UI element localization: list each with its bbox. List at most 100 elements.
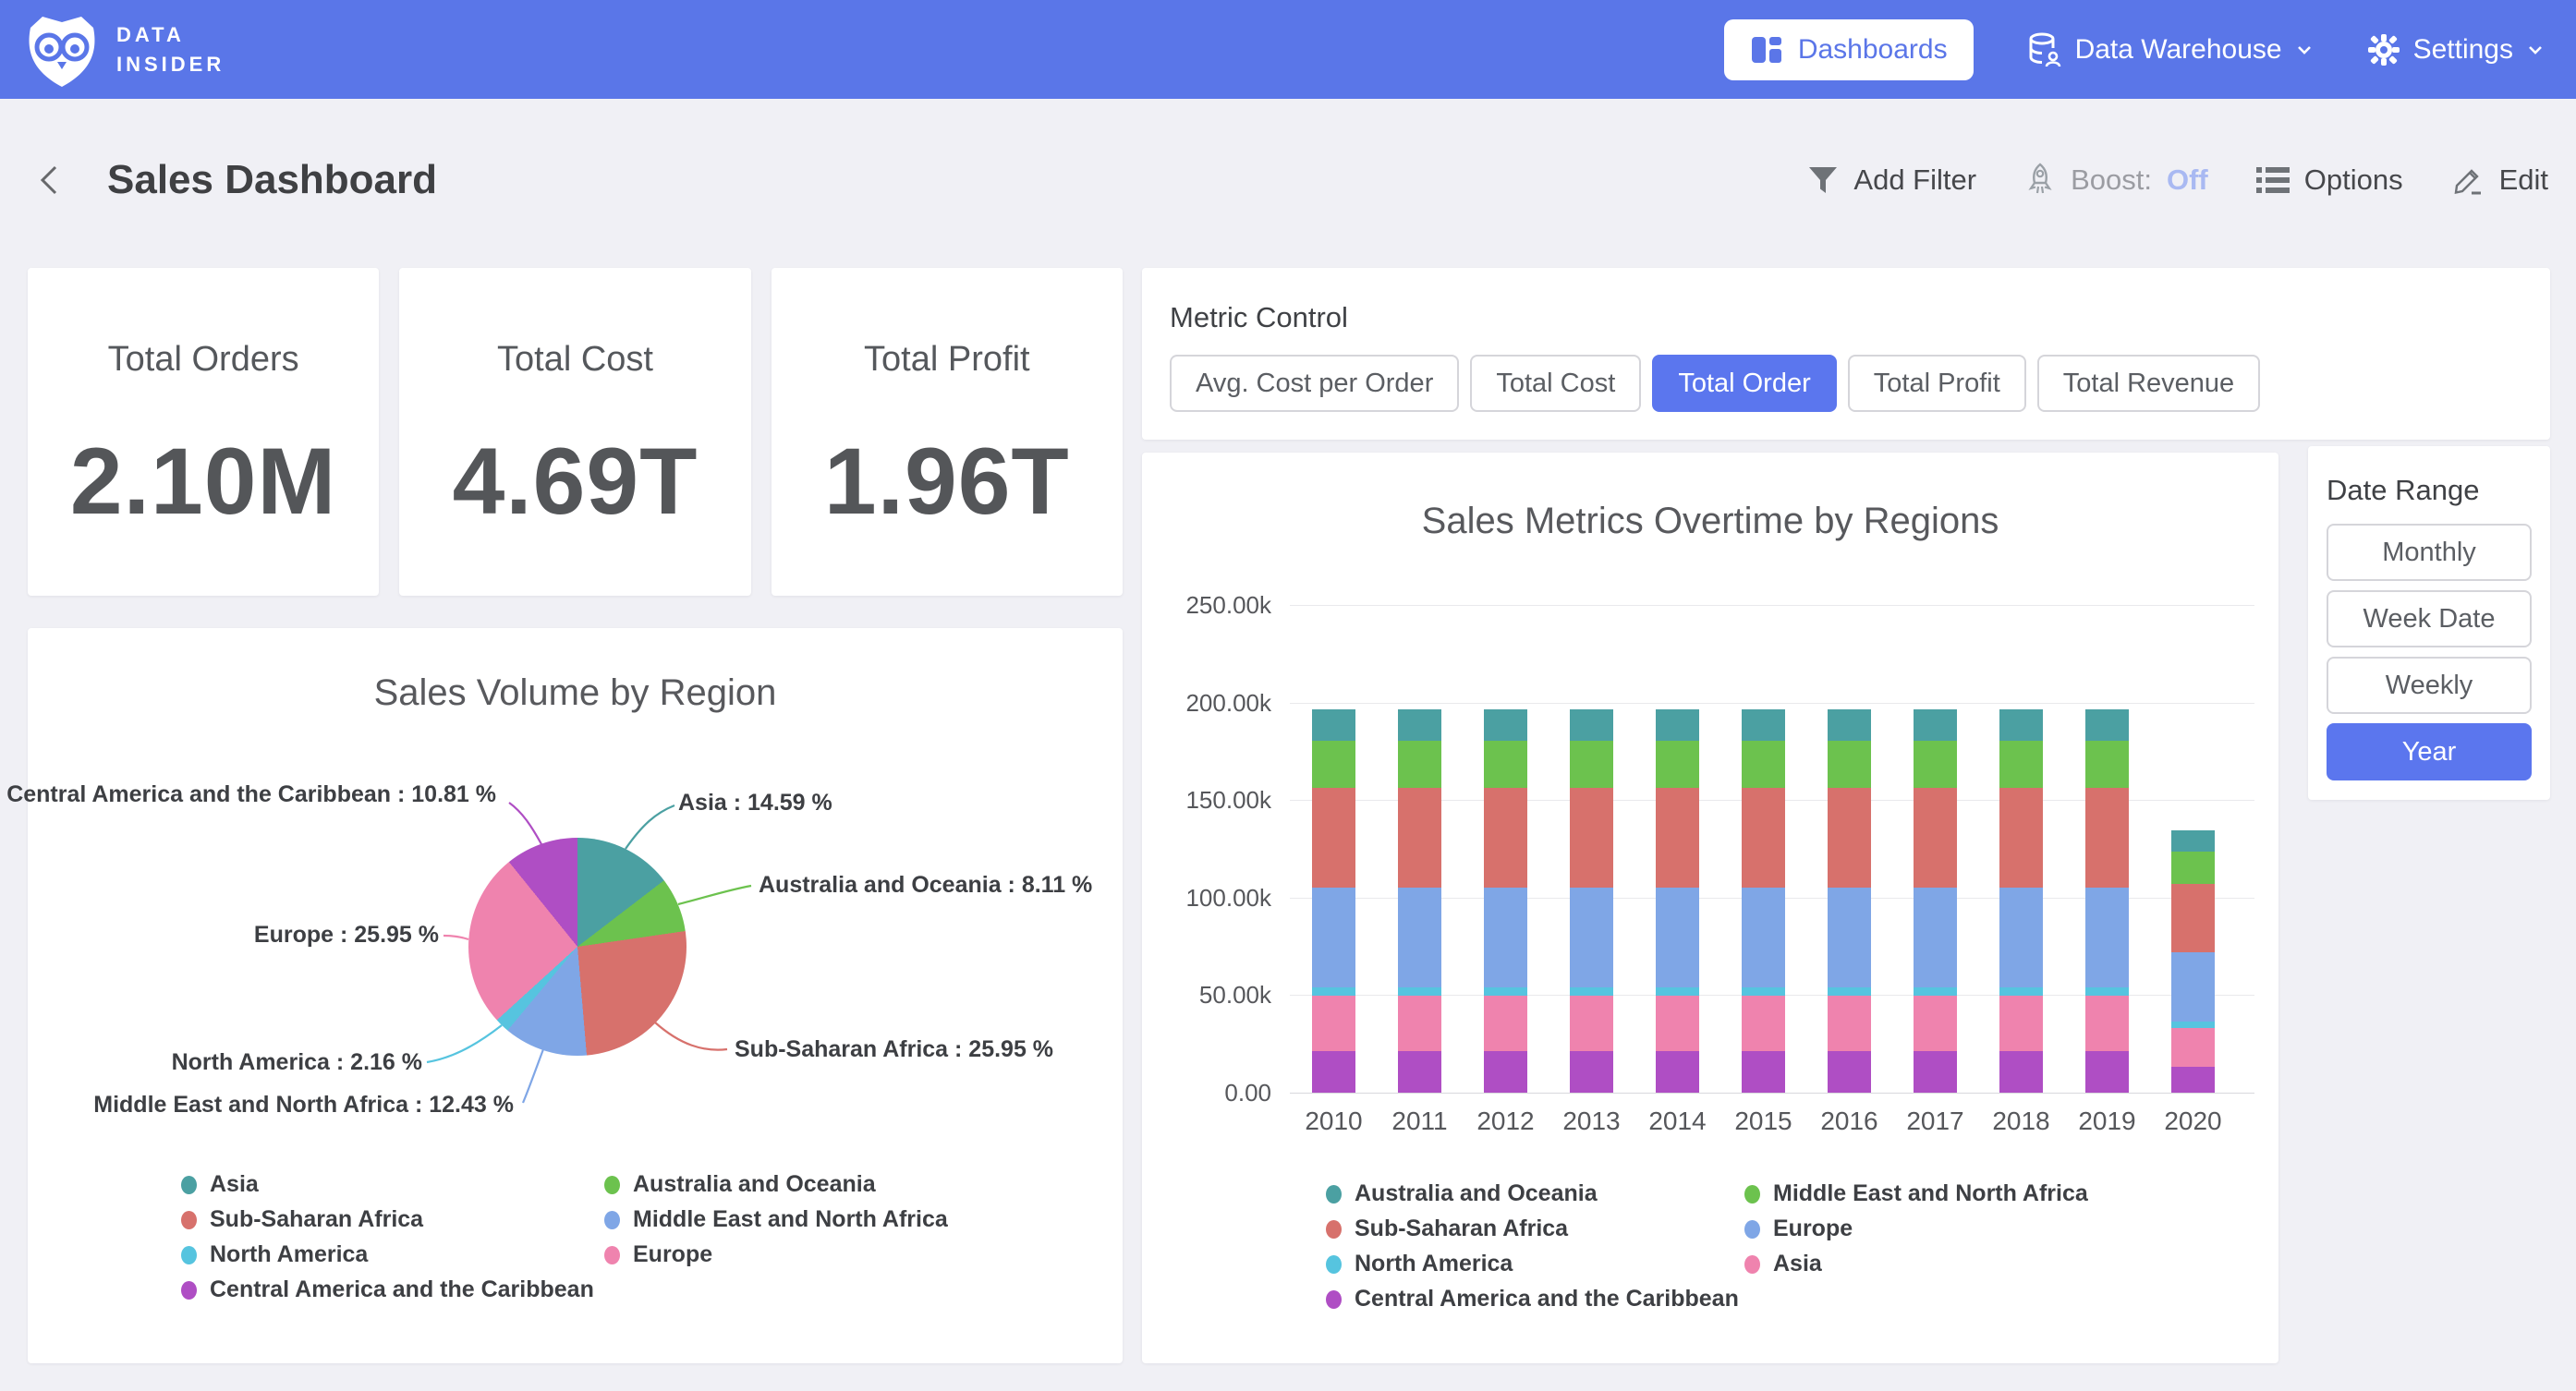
- legend-item-asia[interactable]: Asia: [1744, 1251, 1822, 1277]
- metric-option-total-order[interactable]: Total Order: [1652, 355, 1836, 412]
- bar-2017[interactable]: [1914, 709, 1957, 1093]
- metric-option-total-cost[interactable]: Total Cost: [1470, 355, 1641, 412]
- bar-segment-australia-and-oceania[interactable]: [1570, 709, 1613, 741]
- bar-segment-central-america-and-the-caribbean[interactable]: [2171, 1067, 2215, 1093]
- date-range-option-week-date[interactable]: Week Date: [2327, 590, 2532, 647]
- bar-segment-asia[interactable]: [2085, 996, 2129, 1052]
- options-button[interactable]: Options: [2256, 163, 2403, 197]
- bar-segment-asia[interactable]: [1656, 996, 1699, 1052]
- bar-2018[interactable]: [1999, 709, 2043, 1093]
- bar-segment-middle-east-and-north-africa[interactable]: [1999, 741, 2043, 789]
- bar-segment-middle-east-and-north-africa[interactable]: [1656, 741, 1699, 789]
- bar-segment-europe[interactable]: [2171, 952, 2215, 1022]
- edit-button[interactable]: Edit: [2451, 163, 2548, 197]
- bar-segment-north-america[interactable]: [1312, 987, 1355, 996]
- bar-segment-sub-saharan-africa[interactable]: [1484, 788, 1527, 888]
- bar-segment-north-america[interactable]: [1570, 987, 1613, 996]
- bar-segment-central-america-and-the-caribbean[interactable]: [1484, 1051, 1527, 1093]
- bar-segment-sub-saharan-africa[interactable]: [1398, 788, 1441, 888]
- legend-item-middle-east-and-north-africa[interactable]: Middle East and North Africa: [604, 1206, 948, 1233]
- bar-segment-north-america[interactable]: [1656, 987, 1699, 996]
- bar-segment-europe[interactable]: [1828, 888, 1871, 987]
- legend-item-asia[interactable]: Asia: [181, 1171, 259, 1198]
- bar-segment-sub-saharan-africa[interactable]: [1312, 788, 1355, 888]
- bar-segment-north-america[interactable]: [1999, 987, 2043, 996]
- legend-item-europe[interactable]: Europe: [1744, 1216, 1853, 1242]
- bar-segment-middle-east-and-north-africa[interactable]: [2085, 741, 2129, 789]
- bar-segment-sub-saharan-africa[interactable]: [1742, 788, 1785, 888]
- nav-dashboards[interactable]: Dashboards: [1724, 19, 1974, 80]
- bar-segment-australia-and-oceania[interactable]: [1828, 709, 1871, 741]
- bar-segment-north-america[interactable]: [1742, 987, 1785, 996]
- bar-segment-north-america[interactable]: [2085, 987, 2129, 996]
- bar-segment-europe[interactable]: [1999, 888, 2043, 987]
- bar-segment-australia-and-oceania[interactable]: [1742, 709, 1785, 741]
- bar-segment-central-america-and-the-caribbean[interactable]: [1312, 1051, 1355, 1093]
- legend-item-sub-saharan-africa[interactable]: Sub-Saharan Africa: [181, 1206, 423, 1233]
- bar-segment-australia-and-oceania[interactable]: [1312, 709, 1355, 741]
- legend-item-central-america-and-the-caribbean[interactable]: Central America and the Caribbean: [181, 1276, 594, 1303]
- legend-item-sub-saharan-africa[interactable]: Sub-Saharan Africa: [1326, 1216, 1568, 1242]
- legend-item-europe[interactable]: Europe: [604, 1241, 712, 1268]
- bar-segment-asia[interactable]: [1742, 996, 1785, 1052]
- bar-segment-sub-saharan-africa[interactable]: [1914, 788, 1957, 888]
- bar-segment-central-america-and-the-caribbean[interactable]: [1656, 1051, 1699, 1093]
- legend-item-north-america[interactable]: North America: [1326, 1251, 1513, 1277]
- bar-segment-middle-east-and-north-africa[interactable]: [1570, 741, 1613, 789]
- bar-segment-europe[interactable]: [1398, 888, 1441, 987]
- bar-2012[interactable]: [1484, 709, 1527, 1093]
- bar-segment-asia[interactable]: [1828, 996, 1871, 1052]
- bar-segment-australia-and-oceania[interactable]: [1914, 709, 1957, 741]
- bar-2019[interactable]: [2085, 709, 2129, 1093]
- bar-segment-europe[interactable]: [1656, 888, 1699, 987]
- bar-segment-europe[interactable]: [1742, 888, 1785, 987]
- bar-segment-asia[interactable]: [1484, 996, 1527, 1052]
- bar-segment-australia-and-oceania[interactable]: [2171, 830, 2215, 852]
- bar-segment-central-america-and-the-caribbean[interactable]: [1570, 1051, 1613, 1093]
- bar-segment-central-america-and-the-caribbean[interactable]: [1999, 1051, 2043, 1093]
- bar-segment-central-america-and-the-caribbean[interactable]: [1828, 1051, 1871, 1093]
- bar-segment-asia[interactable]: [1914, 996, 1957, 1052]
- bar-segment-middle-east-and-north-africa[interactable]: [1312, 741, 1355, 789]
- bar-segment-north-america[interactable]: [1398, 987, 1441, 996]
- bar-2020[interactable]: [2171, 830, 2215, 1093]
- bar-segment-europe[interactable]: [1914, 888, 1957, 987]
- bar-segment-north-america[interactable]: [2171, 1022, 2215, 1028]
- nav-settings[interactable]: Settings: [2367, 33, 2545, 67]
- bar-segment-sub-saharan-africa[interactable]: [2085, 788, 2129, 888]
- legend-item-australia-and-oceania[interactable]: Australia and Oceania: [604, 1171, 876, 1198]
- bar-2013[interactable]: [1570, 709, 1613, 1093]
- bar-segment-sub-saharan-africa[interactable]: [2171, 884, 2215, 952]
- date-range-option-weekly[interactable]: Weekly: [2327, 657, 2532, 714]
- bar-segment-central-america-and-the-caribbean[interactable]: [2085, 1051, 2129, 1093]
- bar-segment-australia-and-oceania[interactable]: [1398, 709, 1441, 741]
- bar-segment-asia[interactable]: [2171, 1028, 2215, 1066]
- bar-segment-europe[interactable]: [1484, 888, 1527, 987]
- bar-2015[interactable]: [1742, 709, 1785, 1093]
- bar-segment-europe[interactable]: [1570, 888, 1613, 987]
- bar-2016[interactable]: [1828, 709, 1871, 1093]
- bar-segment-australia-and-oceania[interactable]: [2085, 709, 2129, 741]
- legend-item-central-america-and-the-caribbean[interactable]: Central America and the Caribbean: [1326, 1286, 1739, 1312]
- legend-item-australia-and-oceania[interactable]: Australia and Oceania: [1326, 1180, 1598, 1207]
- add-filter-button[interactable]: Add Filter: [1807, 163, 1976, 197]
- bar-segment-north-america[interactable]: [1484, 987, 1527, 996]
- bar-2014[interactable]: [1656, 709, 1699, 1093]
- legend-item-north-america[interactable]: North America: [181, 1241, 368, 1268]
- back-button[interactable]: [31, 162, 68, 199]
- bar-segment-australia-and-oceania[interactable]: [1999, 709, 2043, 741]
- metric-option-total-revenue[interactable]: Total Revenue: [2037, 355, 2260, 412]
- bar-2011[interactable]: [1398, 709, 1441, 1093]
- legend-item-middle-east-and-north-africa[interactable]: Middle East and North Africa: [1744, 1180, 2088, 1207]
- bar-segment-asia[interactable]: [1398, 996, 1441, 1052]
- bar-segment-asia[interactable]: [1312, 996, 1355, 1052]
- metric-option-avg-cost-per-order[interactable]: Avg. Cost per Order: [1170, 355, 1459, 412]
- bar-segment-middle-east-and-north-africa[interactable]: [1914, 741, 1957, 789]
- date-range-option-monthly[interactable]: Monthly: [2327, 524, 2532, 581]
- pie-chart[interactable]: [468, 838, 687, 1056]
- bar-segment-sub-saharan-africa[interactable]: [1570, 788, 1613, 888]
- bar-segment-australia-and-oceania[interactable]: [1484, 709, 1527, 741]
- boost-toggle[interactable]: Boost: Off: [2024, 163, 2208, 198]
- bar-segment-asia[interactable]: [1570, 996, 1613, 1052]
- bar-segment-middle-east-and-north-africa[interactable]: [2171, 852, 2215, 885]
